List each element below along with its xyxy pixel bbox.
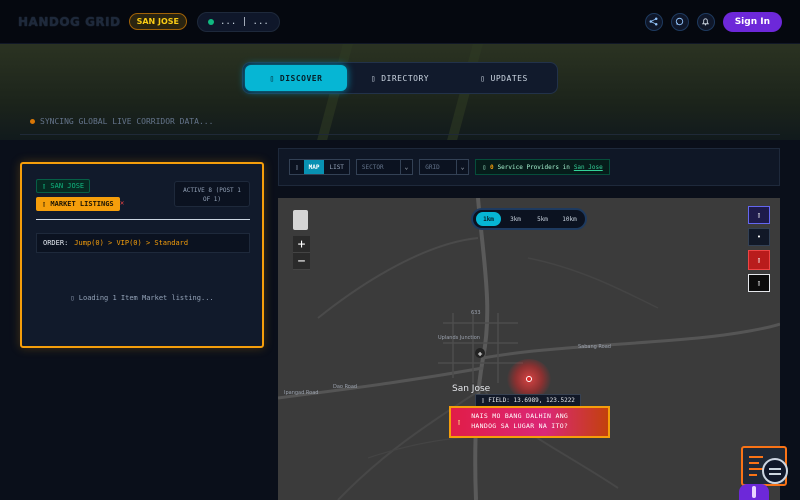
place-label-small: Uplands Junction <box>438 335 480 341</box>
view-icon: ▯ <box>295 163 299 171</box>
tab-updates[interactable]: ▯ UPDATES <box>453 65 555 91</box>
zoom-out-button[interactable]: − <box>293 253 310 270</box>
radius-5km[interactable]: 5km <box>530 212 555 226</box>
providers-number: 0 <box>489 163 494 171</box>
radius-10km[interactable]: 10km <box>557 212 582 226</box>
layers-button[interactable]: ▯ <box>748 206 770 224</box>
hospital-icon: ✚ <box>475 348 485 358</box>
grid-select[interactable]: GRID ⌄ <box>419 159 470 175</box>
radius-3km[interactable]: 3km <box>503 212 528 226</box>
list-view-button[interactable]: LIST <box>324 160 348 174</box>
tab-updates-label: UPDATES <box>490 73 528 83</box>
order-value: Jump(0) > VIP(0) > Standard <box>74 239 189 247</box>
cta-text: NAIS MO BANG DALHIN ANG HANDOG SA LUGAR … <box>471 412 568 432</box>
map-view-button[interactable]: MAP <box>303 160 325 174</box>
close-icon[interactable]: ✕ <box>120 199 124 207</box>
location-pin-icon[interactable] <box>526 376 532 382</box>
main-tabs: ▯ DISCOVER ▯ DIRECTORY ▯ UPDATES <box>242 62 558 94</box>
road-label: Ipangad Road <box>284 390 319 396</box>
grid-select-label: GRID <box>425 163 440 171</box>
alert-button[interactable]: ▯ <box>748 250 770 270</box>
map-roads <box>278 198 780 500</box>
providers-count: ▯ 0 Service Providers in San Jose <box>475 159 610 175</box>
zoom-controls: + − <box>293 236 310 270</box>
active-count-line1: ACTIVE 8 (POST 1 <box>183 187 241 194</box>
sync-status: SYNCING GLOBAL LIVE CORRIDOR DATA... <box>30 117 213 126</box>
cta-line1: NAIS MO BANG DALHIN ANG <box>471 412 569 421</box>
sync-dot-icon <box>30 119 35 124</box>
cta-icon: ▯ <box>457 418 462 426</box>
tab-directory-label: DIRECTORY <box>381 73 430 83</box>
assistant-chat-icon[interactable] <box>762 458 788 484</box>
tab-directory[interactable]: ▯ DIRECTORY <box>349 65 451 91</box>
providers-icon: ▯ <box>482 163 486 171</box>
status-text: ... | ... <box>220 16 269 27</box>
panel-divider <box>36 219 250 220</box>
chat-icon[interactable] <box>670 12 689 31</box>
order-label: ORDER: <box>43 239 69 247</box>
order-row: ORDER: Jump(0) > VIP(0) > Standard <box>36 233 250 253</box>
discover-tab-icon: ▯ <box>269 73 275 83</box>
providers-text: Service Providers in <box>497 163 570 171</box>
panel-location-tag[interactable]: ▯ SAN JOSE <box>36 179 91 193</box>
location-badge[interactable]: SAN JOSE <box>128 13 188 30</box>
zoom-in-button[interactable]: + <box>293 236 310 253</box>
drawer-handle[interactable] <box>739 484 769 500</box>
sector-select[interactable]: SECTOR ⌄ <box>355 159 414 175</box>
sector-select-label: SECTOR <box>361 163 384 171</box>
providers-location-link[interactable]: San Jose <box>574 164 603 171</box>
map-side-buttons: ▯ • ▯ ▯ <box>748 206 770 292</box>
map-toolbar: ▯ MAP LIST SECTOR ⌄ GRID ⌄ ▯ 0 Service P… <box>278 148 780 186</box>
chevron-down-icon: ⌄ <box>399 160 413 174</box>
online-dot-icon <box>208 18 215 25</box>
view-toggle: ▯ MAP LIST <box>289 159 350 175</box>
road-label: Sabang Road <box>578 344 611 350</box>
compass-icon[interactable] <box>293 210 308 230</box>
road-label: Dao Road <box>333 384 358 390</box>
bell-icon[interactable] <box>696 12 715 31</box>
map-canvas[interactable]: + − 1km 3km 5km 10km ▯ • ▯ ▯ Sabang Road… <box>278 198 780 500</box>
handog-cta-button[interactable]: ▯ NAIS MO BANG DALHIN ANG HANDOG SA LUGA… <box>449 406 610 438</box>
market-listings-tag[interactable]: ▯ MARKET LISTINGS <box>36 197 120 211</box>
market-listings-panel: ▯ SAN JOSE ▯ MARKET LISTINGS ✕ ACTIVE 8 … <box>20 162 264 348</box>
loading-text: ▯ Loading 1 Item Market listing... <box>70 294 214 302</box>
directory-tab-icon: ▯ <box>370 73 377 83</box>
status-pill: ... | ... <box>197 11 280 32</box>
tab-discover-label: DISCOVER <box>279 73 323 83</box>
brand-logo[interactable]: HANDOG GRID <box>18 15 121 29</box>
updates-tab-icon: ▯ <box>480 73 486 83</box>
road-number-label: 633 <box>471 310 481 316</box>
place-label: San Jose <box>452 384 491 394</box>
header-actions: Sign In <box>644 11 782 32</box>
chevron-down-icon: ⌄ <box>455 160 469 174</box>
divider <box>20 134 780 135</box>
fullscreen-button[interactable]: ▯ <box>748 274 770 292</box>
sync-text: SYNCING GLOBAL LIVE CORRIDOR DATA... <box>40 117 214 126</box>
tab-discover[interactable]: ▯ DISCOVER <box>245 65 347 91</box>
radius-selector: 1km 3km 5km 10km <box>471 208 587 230</box>
sign-in-button[interactable]: Sign In <box>722 11 782 32</box>
active-count-line2: OF 1) <box>202 196 222 203</box>
share-icon[interactable] <box>644 12 663 31</box>
cta-line2: HANDOG SA LUGAR NA ITO? <box>471 422 569 430</box>
active-count-box: ACTIVE 8 (POST 1 OF 1) <box>174 181 250 207</box>
locate-button[interactable]: • <box>748 228 770 246</box>
radius-1km[interactable]: 1km <box>476 212 501 226</box>
top-header: HANDOG GRID SAN JOSE ... | ... Sign In <box>0 0 800 44</box>
